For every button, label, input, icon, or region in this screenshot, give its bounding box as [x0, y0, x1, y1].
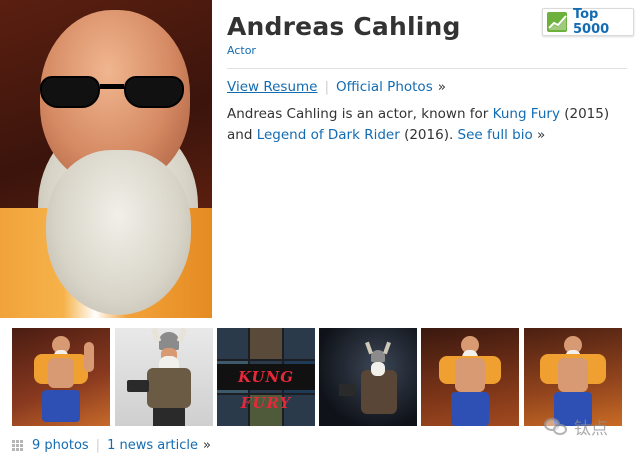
- sunglasses: [40, 72, 190, 112]
- trend-chart-icon: [547, 12, 567, 32]
- official-photos-link[interactable]: Official Photos: [336, 79, 433, 95]
- bio-prefix: Andreas Cahling is an actor, known for: [227, 106, 493, 122]
- photo-thumbnail-4[interactable]: [319, 328, 417, 426]
- bio-conj: and: [227, 127, 257, 143]
- footer-raquo: »: [203, 438, 211, 453]
- footer-separator: |: [95, 438, 101, 453]
- link-separator: |: [324, 79, 330, 95]
- wechat-icon: [544, 416, 570, 438]
- raquo-glyph: »: [437, 79, 446, 95]
- header-divider: [227, 68, 627, 69]
- bio-raquo: »: [532, 127, 546, 143]
- photo-thumbnail-kung-fury[interactable]: KUNG FURY: [217, 328, 315, 426]
- kung-fury-logo: KUNG FURY: [217, 364, 315, 412]
- media-footer: 9 photos | 1 news article »: [12, 438, 211, 453]
- top-5000-badge[interactable]: Top 5000: [542, 7, 634, 37]
- photo-thumbnail-6[interactable]: [524, 328, 622, 426]
- see-full-bio-link[interactable]: See full bio: [458, 127, 533, 143]
- photo-thumbnail-5[interactable]: [421, 328, 519, 426]
- photo-thumbnail-1[interactable]: [12, 328, 110, 426]
- role-link[interactable]: Actor: [227, 44, 256, 57]
- page-title: Andreas Cahling: [227, 12, 461, 41]
- watermark: 钛点: [544, 414, 608, 439]
- badge-label: Top 5000: [572, 7, 610, 37]
- beard-overlay: [46, 150, 191, 315]
- view-resume-link[interactable]: View Resume: [227, 79, 317, 95]
- bio-summary: Andreas Cahling is an actor, known for K…: [227, 104, 627, 146]
- profile-links: View Resume | Official Photos »: [227, 79, 446, 95]
- kung-fury-link[interactable]: Kung Fury: [493, 106, 560, 122]
- film2-year: (2016).: [399, 127, 458, 143]
- photo-grid-icon: [12, 439, 24, 452]
- legend-of-dark-rider-link[interactable]: Legend of Dark Rider: [257, 127, 400, 143]
- photo-thumbnail-2[interactable]: [115, 328, 213, 426]
- news-article-link[interactable]: 1 news article: [107, 438, 198, 453]
- film1-year: (2015): [559, 106, 610, 122]
- profile-photo[interactable]: [0, 0, 212, 318]
- photos-count-link[interactable]: 9 photos: [32, 438, 89, 453]
- watermark-text: 钛点: [574, 419, 608, 439]
